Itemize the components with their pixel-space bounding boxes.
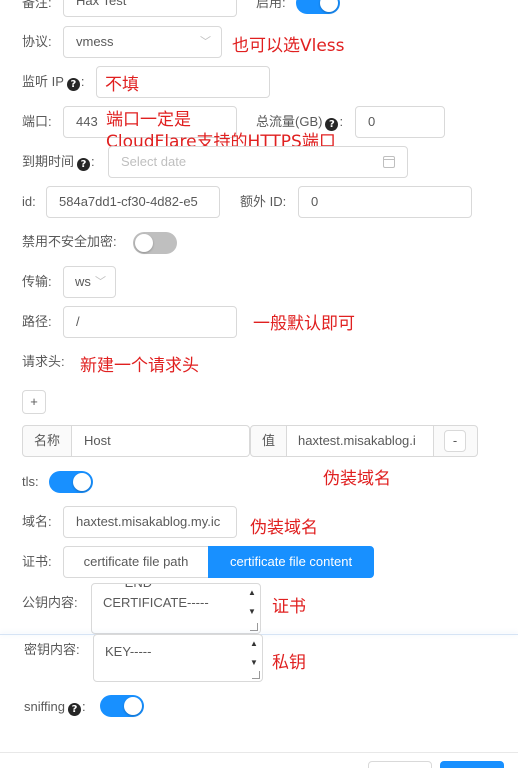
alter-id-input[interactable]: 0 [298,186,472,218]
remark-value: Hax Test [76,0,127,8]
header-value-input[interactable]: haxtest.misakablog.i [286,425,434,457]
enable-switch[interactable] [296,0,340,14]
disable-insecure-switch-knob [135,234,153,252]
add-header-button[interactable]: + [22,390,46,414]
tls-switch-knob [73,473,91,491]
chevron-down-icon: ﹀ [95,276,106,288]
domain-value: haxtest.misakablog.my.ic [76,514,221,529]
cert-option-file-content[interactable]: certificate file content [208,546,374,578]
disable-insecure-label: 禁用不安全加密: [22,234,117,249]
tls-label: tls: [22,474,39,489]
alter-id-label: 额外 ID: [240,194,287,209]
public-key-line-1: -----END [103,584,249,593]
alter-id-value: 0 [311,194,319,209]
domain-label: 域名: [22,514,52,529]
help-icon[interactable]: ? [325,118,339,131]
expiry-date-picker[interactable]: Select date [108,146,408,178]
domain-input[interactable]: haxtest.misakablog.my.ic [63,506,237,538]
tls-switch[interactable] [49,471,93,493]
protocol-value: vmess [76,34,114,49]
listen-ip-label-wrap: 监听 IP?: [22,74,85,91]
remove-header-label: - [452,433,458,448]
listen-annotation: 不填 [105,75,139,95]
listen-ip-label: 监听 IP [22,74,64,89]
header-name-value: Host [84,433,111,448]
id-value: 584a7dd1-cf30-4d82-e5 [59,194,198,209]
remark-input[interactable]: Hax Test [63,0,237,17]
cancel-button[interactable] [368,761,432,768]
header-name-addon: 名称 [22,425,72,457]
remove-header-button[interactable]: - [444,430,466,452]
disable-insecure-switch[interactable] [133,232,177,254]
key-annotation: 私钥 [272,653,306,673]
sniffing-label-wrap: sniffing?: [24,699,86,716]
header-value-label: 值 [261,433,275,448]
transport-value: ws [75,274,91,289]
modal-footer-divider [0,752,518,753]
total-traffic-label: 总流量(GB) [256,114,323,129]
path-input[interactable]: / [63,306,237,338]
cert-option-file-content-label: certificate file content [229,554,353,569]
public-key-textarea[interactable]: -----END CERTIFICATE----- ▲▼ [91,583,261,634]
path-value: / [76,314,80,329]
path-label: 路径: [22,314,52,329]
header-value-addon: 值 [250,425,287,457]
remark-label: 备注: [22,0,52,10]
protocol-label: 协议: [22,34,52,49]
path-annotation: 一般默认即可 [253,314,355,334]
port-value: 443 [76,114,98,129]
id-label: id: [22,194,36,209]
expiry-placeholder: Select date [121,154,187,169]
header-name-input[interactable]: Host [71,425,250,457]
certificate-label: 证书: [22,554,52,569]
cert-option-file-path[interactable]: certificate file path [63,546,208,578]
enable-switch-knob [320,0,338,12]
resize-handle[interactable] [252,671,260,679]
calendar-icon [383,156,395,168]
total-traffic-input[interactable]: 0 [355,106,445,138]
header-name-label: 名称 [33,433,60,448]
enable-label: 启用: [256,0,286,10]
header-value-value: haxtest.misakablog.i [298,433,416,448]
private-key-label: 密钥内容: [24,642,80,657]
cert-annotation: 证书 [272,597,306,617]
sniffing-switch[interactable] [100,695,144,717]
host-annotation: 伪装域名 [323,469,391,489]
private-key-line-1: KEY----- [105,644,152,659]
add-header-label: + [30,394,38,409]
protocol-select[interactable]: vmess ﹀ [63,26,222,58]
help-icon[interactable]: ? [67,703,81,716]
private-key-textarea[interactable]: KEY----- ▲ ▼ [93,634,263,682]
domain-annotation: 伪装域名 [250,518,318,538]
sniffing-switch-knob [124,697,142,715]
help-icon[interactable]: ? [77,158,91,171]
total-traffic-label-wrap: 总流量(GB)?: [256,114,344,131]
cert-option-file-path-label: certificate file path [83,554,189,569]
public-key-label: 公钥内容: [22,595,78,610]
transport-select[interactable]: ws ﹀ [63,266,116,298]
confirm-button[interactable] [440,761,504,768]
header-annotation: 新建一个请求头 [80,356,199,376]
resize-handle[interactable] [250,623,258,631]
request-header-label: 请求头: [22,354,65,369]
public-key-line-2: CERTIFICATE----- [103,595,209,610]
expiry-label-wrap: 到期时间?: [22,154,95,171]
port-annotation-1: 端口一定是 [106,110,191,130]
transport-label: 传输: [22,274,52,289]
id-input[interactable]: 584a7dd1-cf30-4d82-e5 [46,186,220,218]
expiry-label: 到期时间 [22,154,75,169]
protocol-annotation: 也可以选Vless [232,36,345,56]
chevron-down-icon: ﹀ [200,36,211,48]
help-icon[interactable]: ? [66,78,80,91]
port-label: 端口: [22,114,52,129]
sniffing-label: sniffing [24,699,65,714]
total-traffic-value: 0 [368,114,376,129]
